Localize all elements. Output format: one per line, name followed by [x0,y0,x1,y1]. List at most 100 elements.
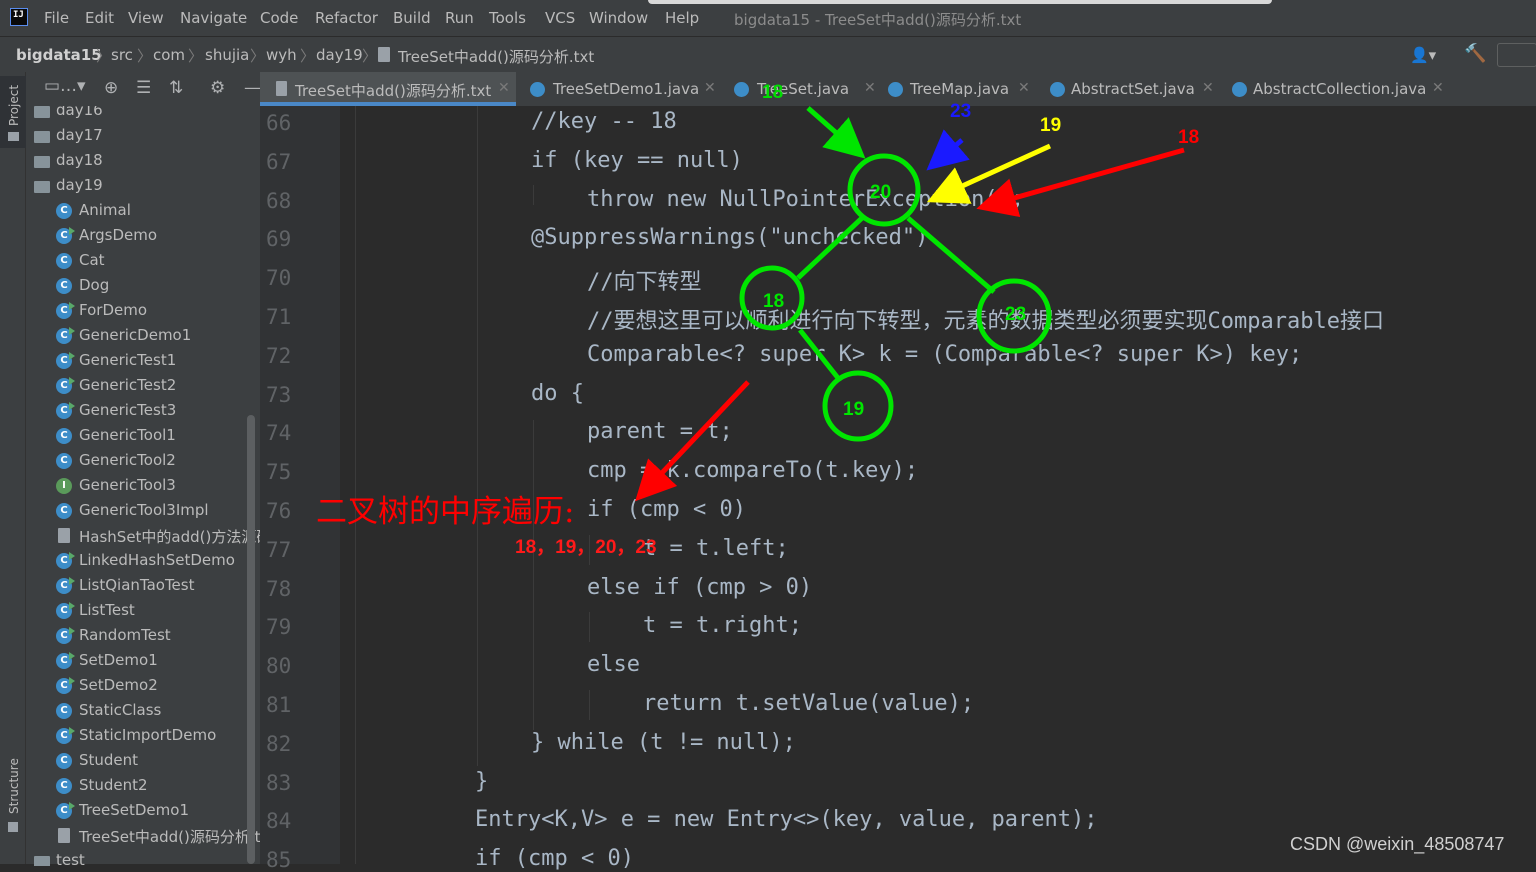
run-configuration-dropdown[interactable] [1497,43,1536,67]
code-line: parent = t; [587,419,733,445]
tree-item[interactable]: C ListQianTaoTest [26,573,260,598]
tree-item[interactable]: C SetDemo2 [26,673,260,698]
tree-item[interactable]: HashSet中的add()方法源码 [26,523,271,548]
text-file-icon [58,828,70,843]
tree-item[interactable]: C Student2 [26,773,260,798]
close-icon[interactable]: ✕ [1018,80,1030,96]
menu-build[interactable]: Build [393,9,431,27]
tree-item[interactable]: C Student [26,748,260,773]
tab-treeset-add-analysis[interactable]: TreeSet中add()源码分析.txt ✕ [260,72,516,106]
menu-refactor[interactable]: Refactor [315,9,378,27]
close-icon[interactable]: ✕ [864,80,876,96]
tree-item[interactable]: C GenericTest2 [26,373,260,398]
breadcrumb-shujia[interactable]: shujia [205,46,249,64]
breadcrumb-com[interactable]: com [153,46,185,64]
line-number: 70 [266,266,292,291]
breadcrumb-src[interactable]: src [111,46,133,64]
menu-run[interactable]: Run [445,9,474,27]
folder-icon [8,132,19,141]
tree-item[interactable]: C Animal [26,198,260,223]
code-line: Entry<K,V> e = new Entry<>(key, value, p… [475,807,1098,833]
menu-help[interactable]: Help [665,9,699,27]
close-icon[interactable]: ✕ [498,80,510,96]
tree-item-label: GenericTest3 [79,401,177,419]
indent-guide [533,185,534,205]
tree-item[interactable]: C LinkedHashSetDemo [26,548,260,573]
tree-item[interactable]: C GenericTool2 [26,448,260,473]
code-editor[interactable] [340,106,1536,864]
tree-item[interactable]: C TreeSetDemo1 [26,798,260,823]
tree-folder-test[interactable]: test [26,848,260,866]
tab-treesetdemo1[interactable]: TreeSetDemo1.java ✕ [518,72,718,106]
tab-abstractcollection-java[interactable]: AbstractCollection.java ✕ [1222,72,1444,106]
tree-folder-day17[interactable]: day17 [26,123,260,148]
project-tree-scrollbar[interactable] [247,415,255,864]
tree-item[interactable]: TreeSet中add()源码分析.t [26,823,260,848]
menu-navigate[interactable]: Navigate [180,9,247,27]
build-hammer-icon[interactable]: 🔨 [1464,43,1486,64]
tab-label: TreeSet.java [757,80,850,98]
tree-item-label: Cat [79,251,105,269]
tree-item[interactable]: C ListTest [26,598,260,623]
tree-item-label: SetDemo2 [79,676,158,694]
tree-item-label: GenericDemo1 [79,326,192,344]
tree-item[interactable]: C SetDemo1 [26,648,260,673]
tree-item-label: HashSet中的add()方法源码 [79,528,272,546]
tree-item[interactable]: C Dog [26,273,260,298]
window-title: bigdata15 - TreeSet中add()源码分析.txt [734,11,1022,29]
tree-item[interactable]: C StaticImportDemo [26,723,260,748]
gear-icon[interactable]: ⚙ [210,78,225,98]
expand-all-icon[interactable]: ☰ [136,78,151,98]
tree-item[interactable]: C GenericTool1 [26,423,260,448]
user-account-icon[interactable]: 👤▾ [1410,46,1436,64]
class-icon: C [56,302,75,319]
tab-abstractset-java[interactable]: AbstractSet.java ✕ [1040,72,1220,106]
menu-file[interactable]: File [44,9,69,27]
breadcrumb-file[interactable]: TreeSet中add()源码分析.txt [398,46,594,67]
tab-treeset-java[interactable]: TreeSet.java ✕ [722,72,876,106]
breadcrumb-day19[interactable]: day19 [316,46,363,64]
tree-item[interactable]: C ForDemo [26,298,260,323]
class-icon: C [56,677,75,694]
breadcrumb-project[interactable]: bigdata15 [16,46,102,64]
tree-folder-day18[interactable]: day18 [26,148,260,173]
code-line: //key -- 18 [531,109,677,134]
close-icon[interactable]: ✕ [1202,80,1214,96]
tree-item[interactable]: C GenericTest3 [26,398,260,423]
hide-panel-icon[interactable]: — [244,78,261,98]
indent-guide [589,690,590,720]
tree-folder-day19[interactable]: day19 [26,173,260,198]
tree-item[interactable]: I GenericTool3 [26,473,260,498]
tab-label: TreeSetDemo1.java [553,80,700,98]
project-tool-tab[interactable]: Project [0,76,26,148]
class-icon: C [56,577,75,594]
tab-label: TreeSet中add()源码分析.txt [295,82,492,100]
tree-item[interactable]: C GenericTool3Impl [26,498,260,523]
menu-window[interactable]: Window [589,9,648,27]
menu-tools[interactable]: Tools [489,9,526,27]
collapse-all-icon[interactable]: ⇅ [169,78,183,98]
tree-item[interactable]: C GenericTest1 [26,348,260,373]
close-icon[interactable]: ✕ [704,80,716,96]
menu-vcs[interactable]: VCS [545,9,575,27]
line-number: 74 [266,421,292,446]
menu-view[interactable]: View [128,9,164,27]
tab-treemap-java[interactable]: TreeMap.java ✕ [878,72,1036,106]
tree-item[interactable]: C GenericDemo1 [26,323,260,348]
locate-file-icon[interactable]: ⊕ [104,78,118,98]
class-icon: C [56,727,75,744]
csdn-watermark: CSDN @weixin_48508747 [1290,834,1505,854]
tree-item[interactable]: C Cat [26,248,260,273]
structure-tool-tab[interactable]: Structure [0,752,26,842]
tree-item[interactable]: C ArgsDemo [26,223,260,248]
text-file-icon [58,528,70,543]
breadcrumb-wyh[interactable]: wyh [266,46,297,64]
menu-code[interactable]: Code [260,9,298,27]
tree-item-label: Dog [79,276,110,294]
project-view-dropdown[interactable]: ▭…▾ [44,76,86,96]
menu-edit[interactable]: Edit [85,9,114,27]
tree-item[interactable]: C StaticClass [26,698,260,723]
class-icon: C [56,377,75,394]
tree-item[interactable]: C RandomTest [26,623,260,648]
close-icon[interactable]: ✕ [1432,80,1444,96]
